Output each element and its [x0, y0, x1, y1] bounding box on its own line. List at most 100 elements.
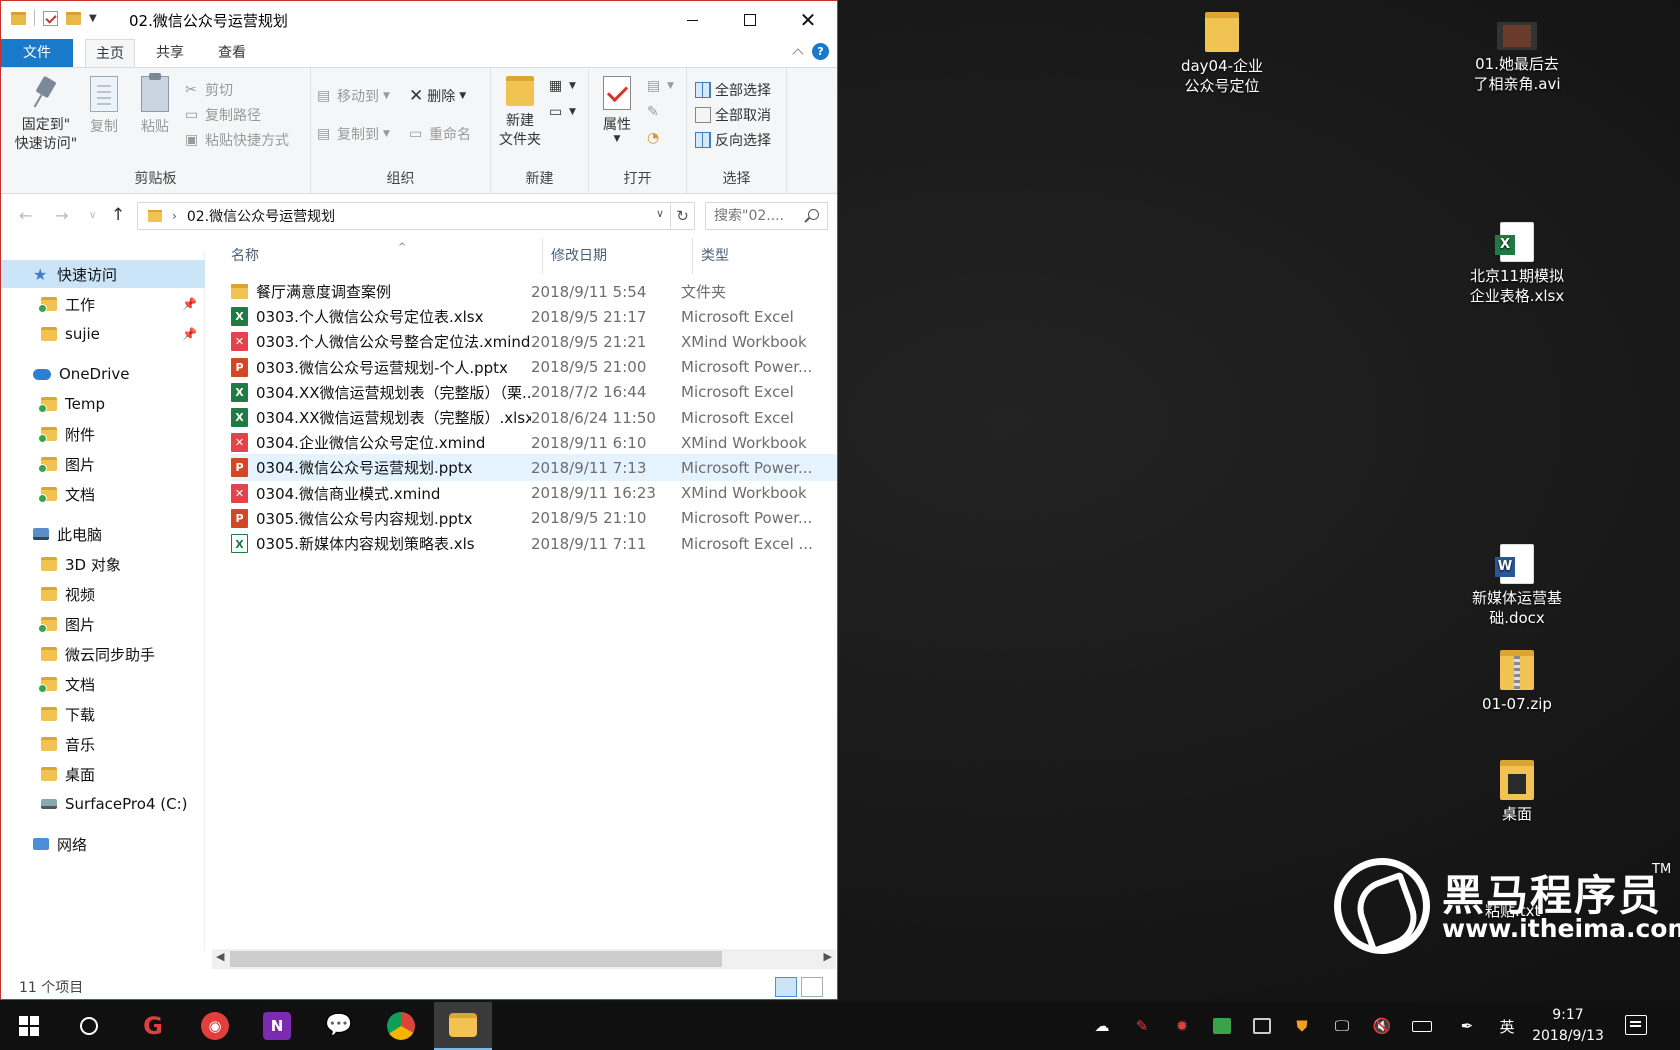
- tab-view[interactable]: 查看: [206, 39, 258, 67]
- scrollbar-thumb[interactable]: [230, 951, 722, 967]
- copy-to-button[interactable]: ▤ 复制到 ▼: [317, 124, 390, 144]
- table-row[interactable]: ✕ 0304.企业微信公众号定位.xmind 2018/9/11 6:10 XMind…: [231, 429, 837, 456]
- tray-ime-indicator[interactable]: 英: [1495, 1016, 1519, 1036]
- new-folder-button[interactable]: 新建 文件夹: [495, 76, 545, 150]
- help-icon[interactable]: ?: [812, 43, 829, 60]
- table-row[interactable]: 餐厅满意度调查案例 2018/9/11 5:54 文件夹: [231, 278, 837, 305]
- large-icons-view-button[interactable]: [801, 977, 823, 997]
- details-view-button[interactable]: [775, 977, 797, 997]
- new-item-button[interactable]: ▦ ▼: [549, 78, 576, 94]
- action-center-icon[interactable]: [1625, 1015, 1647, 1035]
- forward-arrow-icon[interactable]: →: [55, 206, 68, 225]
- column-header-name[interactable]: ^ 名称: [223, 238, 543, 274]
- up-arrow-icon[interactable]: ↑: [111, 205, 125, 225]
- search-icon[interactable]: [808, 209, 819, 220]
- tray-volume-muted-icon[interactable]: 🔇: [1370, 1016, 1394, 1036]
- taskbar-app-netease-music[interactable]: ◉: [186, 1002, 244, 1050]
- nav-item-pc-documents[interactable]: 文档: [1, 670, 205, 698]
- desktop-icon-xlsx[interactable]: 北京11期模拟 企业表格.xlsx: [1457, 222, 1577, 306]
- cut-button[interactable]: ✂ 剪切: [185, 80, 233, 100]
- nav-item-3d-objects[interactable]: 3D 对象: [1, 550, 205, 578]
- collapse-ribbon-icon[interactable]: [792, 47, 804, 60]
- copy-path-button[interactable]: ▭ 复制路径: [185, 105, 261, 125]
- select-all-button[interactable]: 全部选择: [695, 80, 771, 100]
- nav-item-weiyun[interactable]: 微云同步助手: [1, 640, 205, 668]
- back-arrow-icon[interactable]: ←: [19, 206, 32, 225]
- rename-button[interactable]: ▭ 重命名: [409, 124, 471, 144]
- column-header-date[interactable]: 修改日期: [543, 238, 693, 274]
- desktop-icon-day04-folder[interactable]: day04-企业 公众号定位: [1162, 12, 1282, 96]
- chevron-down-icon[interactable]: ∨: [656, 207, 664, 220]
- table-row[interactable]: X 0304.XX微信运营规划表（完整版）（栗... 2018/7/2 16:44 M…: [231, 379, 837, 406]
- close-button[interactable]: ✕: [779, 1, 837, 39]
- taskbar-app-chrome[interactable]: [372, 1002, 430, 1050]
- breadcrumb-chevron-icon[interactable]: ›: [172, 209, 177, 223]
- pin-icon[interactable]: 📌: [182, 327, 197, 341]
- table-row[interactable]: ✕ 0303.个人微信公众号整合定位法.xmind 2018/9/5 21:21 XM…: [231, 328, 837, 355]
- taskbar-app-onenote[interactable]: N: [248, 1002, 306, 1050]
- select-none-button[interactable]: 全部取消: [695, 105, 771, 125]
- tray-battery-icon[interactable]: [1410, 1016, 1434, 1036]
- nav-item-documents[interactable]: 文档: [1, 480, 205, 508]
- table-row[interactable]: X 0304.XX微信运营规划表（完整版）.xlsx 2018/6/24 11:50…: [231, 404, 837, 431]
- search-input[interactable]: [706, 203, 796, 229]
- desktop-icon-docx[interactable]: 新媒体运营基 础.docx: [1457, 544, 1577, 628]
- table-row[interactable]: X 0305.新媒体内容规划策略表.xls 2018/9/11 7:11 Micros…: [231, 530, 837, 557]
- title-bar[interactable]: ▼ 02.微信公众号运营规划 ✕: [1, 1, 837, 39]
- table-row[interactable]: P 0305.微信公众号内容规划.pptx 2018/9/5 21:10 Micros…: [231, 505, 837, 532]
- invert-selection-button[interactable]: 反向选择: [695, 130, 771, 150]
- tray-app-icon[interactable]: ✎: [1130, 1016, 1154, 1036]
- tray-window-icon[interactable]: [1250, 1016, 1274, 1036]
- move-to-button[interactable]: ▤ 移动到 ▼: [317, 86, 390, 106]
- paste-shortcut-button[interactable]: ▣ 粘贴快捷方式: [185, 130, 289, 150]
- nav-item-c-drive[interactable]: SurfacePro4 (C:): [1, 790, 205, 818]
- nav-item-videos[interactable]: 视频: [1, 580, 205, 608]
- nav-item-music[interactable]: 音乐: [1, 730, 205, 758]
- taskbar-app-file-explorer[interactable]: [434, 1002, 492, 1050]
- nav-this-pc[interactable]: 此电脑: [1, 520, 205, 548]
- tab-home[interactable]: 主页: [85, 39, 135, 68]
- address-bar[interactable]: › 02.微信公众号运营规划 ∨: [137, 202, 671, 230]
- desktop-icon-desktop-folder[interactable]: 桌面: [1457, 760, 1577, 824]
- recent-locations-chevron-icon[interactable]: ∨: [89, 210, 96, 221]
- nav-item-sujie[interactable]: sujie 📌: [1, 320, 205, 348]
- desktop-icon-avi-video[interactable]: 01.她最后去 了相亲角.avi: [1457, 12, 1577, 94]
- nav-item-desktop[interactable]: 桌面: [1, 760, 205, 788]
- easy-access-button[interactable]: ▭ ▼: [549, 104, 576, 120]
- table-row[interactable]: X 0303.个人微信公众号定位表.xlsx 2018/9/5 21:17 Micro…: [231, 303, 837, 330]
- properties-check-icon[interactable]: [43, 10, 58, 26]
- nav-network[interactable]: 网络: [1, 830, 205, 858]
- pin-to-quick-access-button[interactable]: 固定到" 快速访问": [11, 76, 81, 154]
- nav-item-temp[interactable]: Temp: [1, 390, 205, 418]
- tray-shield-icon[interactable]: ⛊: [1290, 1016, 1314, 1036]
- refresh-button[interactable]: ↻: [671, 202, 695, 230]
- maximize-button[interactable]: [721, 1, 779, 39]
- tab-file[interactable]: 文件: [1, 39, 73, 67]
- taskbar-app-red-g[interactable]: G: [124, 1002, 182, 1050]
- horizontal-scrollbar[interactable]: ◀ ▶: [212, 949, 836, 969]
- table-row[interactable]: ✕ 0304.微信商业模式.xmind 2018/9/11 16:23 XMind W…: [231, 480, 837, 507]
- copy-button[interactable]: 复制: [87, 76, 121, 137]
- delete-button[interactable]: ✕ 删除 ▼: [409, 86, 466, 106]
- history-button[interactable]: ◔: [647, 130, 663, 146]
- taskbar-clock[interactable]: 9:17 2018/9/13: [1528, 1005, 1608, 1047]
- minimize-button[interactable]: [663, 1, 721, 39]
- nav-item-work[interactable]: 工作 📌: [1, 290, 205, 318]
- nav-item-pc-pictures[interactable]: 图片: [1, 610, 205, 638]
- scroll-left-icon[interactable]: ◀: [216, 950, 224, 963]
- desktop-icon-zip[interactable]: 01-07.zip: [1457, 650, 1577, 714]
- nav-quick-access[interactable]: ★ 快速访问: [1, 260, 205, 288]
- tab-share[interactable]: 共享: [144, 39, 196, 67]
- search-box[interactable]: [705, 202, 828, 230]
- scroll-right-icon[interactable]: ▶: [824, 950, 832, 963]
- paste-button[interactable]: 粘贴: [138, 73, 172, 137]
- chevron-down-icon[interactable]: ▼: [89, 13, 97, 24]
- open-button[interactable]: ▤ ▼: [647, 78, 674, 94]
- nav-item-pictures[interactable]: 图片: [1, 450, 205, 478]
- edit-button[interactable]: ✎: [647, 104, 663, 120]
- tray-pen-icon[interactable]: ✒: [1455, 1016, 1479, 1036]
- new-folder-icon[interactable]: [66, 11, 81, 25]
- pin-icon[interactable]: 📌: [182, 297, 197, 311]
- column-header-type[interactable]: 类型: [693, 238, 837, 274]
- table-row[interactable]: P 0304.微信公众号运营规划.pptx 2018/9/11 7:13 Micros…: [231, 454, 837, 482]
